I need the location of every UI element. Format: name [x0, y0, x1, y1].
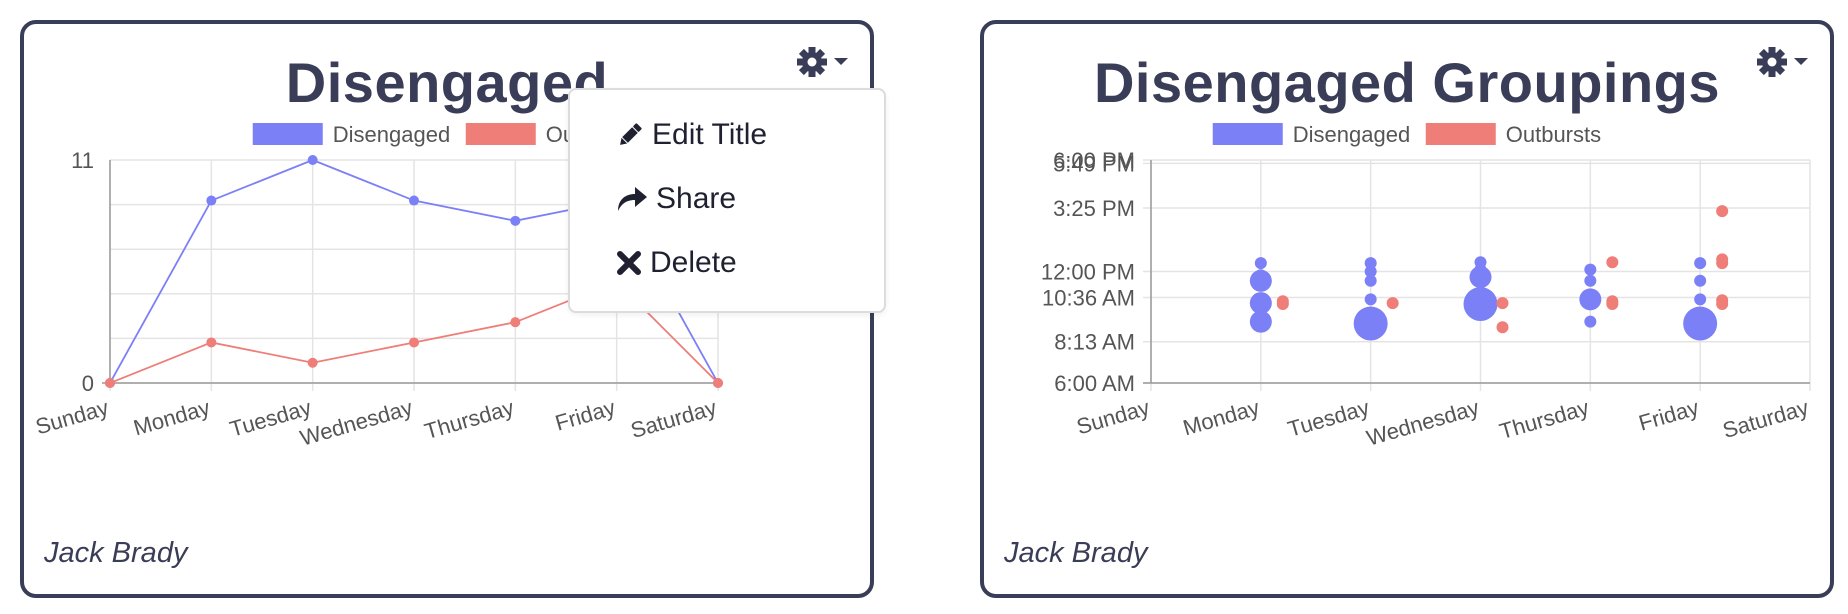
data-point-outbursts	[1716, 205, 1729, 218]
delete-menu-item[interactable]: Delete	[616, 241, 737, 285]
disengaged-card: Disengaged 011DisengagedOutburstsSund	[20, 20, 886, 598]
x-tick-label: Wednesday	[297, 395, 415, 451]
data-point-disengaged	[510, 215, 521, 226]
data-point-disengaged	[1683, 306, 1718, 341]
x-tick-label: Thursday	[1497, 395, 1592, 444]
x-tick-label: Monday	[1180, 395, 1262, 441]
data-point-outbursts	[713, 378, 723, 388]
x-tick-label: Sunday	[33, 395, 112, 440]
x-tick-label: Wednesday	[1364, 395, 1482, 451]
legend-label-outbursts: Outbursts	[1506, 122, 1601, 147]
data-point-disengaged	[206, 195, 217, 206]
y-tick-label: 6:00 AM	[1054, 371, 1135, 396]
share-menu-item[interactable]: Share	[616, 177, 736, 221]
legend-swatch-disengaged	[1212, 123, 1283, 145]
data-point-disengaged	[1584, 315, 1597, 328]
legend-swatch-outbursts	[465, 123, 536, 145]
data-point-outbursts	[1496, 297, 1509, 310]
y-tick-label: 0	[82, 371, 94, 396]
data-point-outbursts	[206, 337, 217, 348]
y-tick-label: 11	[71, 148, 94, 173]
options-dropdown-menu: Edit Title Share Delete	[568, 88, 886, 313]
data-point-disengaged	[1364, 274, 1377, 287]
data-point-disengaged	[1353, 306, 1388, 341]
legend-swatch-disengaged	[252, 123, 323, 145]
data-point-disengaged	[1463, 287, 1498, 322]
close-icon	[617, 251, 641, 275]
data-point-outbursts	[105, 378, 115, 388]
edit-title-label: Edit Title	[652, 118, 768, 151]
legend-label-disengaged: Disengaged	[1293, 122, 1410, 147]
data-point-disengaged	[1249, 310, 1272, 333]
data-point-outbursts	[1716, 257, 1729, 270]
y-tick-label: 3:25 PM	[1053, 196, 1135, 221]
share-label: Share	[656, 182, 737, 215]
disengaged-groupings-scatter-chart: 6:00 AM8:13 AM10:36 AM12:00 PM3:25 PM5:4…	[1041, 122, 1812, 451]
data-point-outbursts	[1716, 298, 1729, 311]
data-point-outbursts	[510, 317, 521, 328]
x-tick-label: Saturday	[628, 395, 720, 443]
author-name: Jack Brady	[1004, 537, 1148, 569]
data-point-disengaged	[1694, 257, 1707, 270]
author-name: Jack Brady	[44, 537, 188, 569]
x-tick-label: Tuesday	[1285, 395, 1372, 442]
data-point-disengaged	[1364, 293, 1377, 306]
y-tick-label: 10:36 AM	[1042, 286, 1135, 311]
data-point-disengaged	[1694, 293, 1707, 306]
data-point-disengaged	[1584, 274, 1597, 287]
legend-swatch-outbursts	[1425, 123, 1496, 145]
x-tick-label: Sunday	[1074, 395, 1153, 440]
x-tick-label: Thursday	[422, 395, 517, 444]
data-point-disengaged	[1254, 257, 1267, 270]
legend-label-disengaged: Disengaged	[333, 122, 450, 147]
x-tick-label: Friday	[552, 395, 618, 436]
share-icon	[618, 187, 647, 211]
edit-title-menu-item[interactable]: Edit Title	[616, 113, 767, 157]
data-point-disengaged	[307, 155, 318, 165]
data-point-outbursts	[1386, 297, 1399, 310]
x-tick-label: Friday	[1636, 395, 1702, 436]
data-point-outbursts	[1606, 256, 1619, 269]
x-tick-label: Monday	[131, 395, 213, 441]
disengaged-groupings-card: Disengaged Groupings 6:00 AM 8:13 AM 10:36…	[980, 20, 1834, 598]
x-tick-label: Saturday	[1720, 395, 1812, 443]
data-point-disengaged	[1584, 263, 1597, 276]
y-tick-label: 8:13 AM	[1054, 330, 1135, 355]
data-point-outbursts	[307, 357, 318, 368]
data-point-outbursts	[409, 337, 419, 348]
data-point-disengaged	[1469, 266, 1492, 289]
data-point-disengaged	[1579, 288, 1602, 311]
data-point-disengaged	[1694, 274, 1707, 287]
y-tick-label: 12:00 PM	[1041, 260, 1135, 285]
delete-label: Delete	[650, 246, 737, 279]
data-point-outbursts	[1496, 321, 1509, 334]
data-point-disengaged	[409, 195, 419, 206]
y-tick-label: 6:00 PM	[1053, 148, 1135, 173]
pencil-icon	[620, 123, 642, 145]
data-point-disengaged	[1249, 269, 1272, 292]
data-point-outbursts	[1276, 298, 1289, 311]
data-point-outbursts	[1606, 298, 1619, 311]
